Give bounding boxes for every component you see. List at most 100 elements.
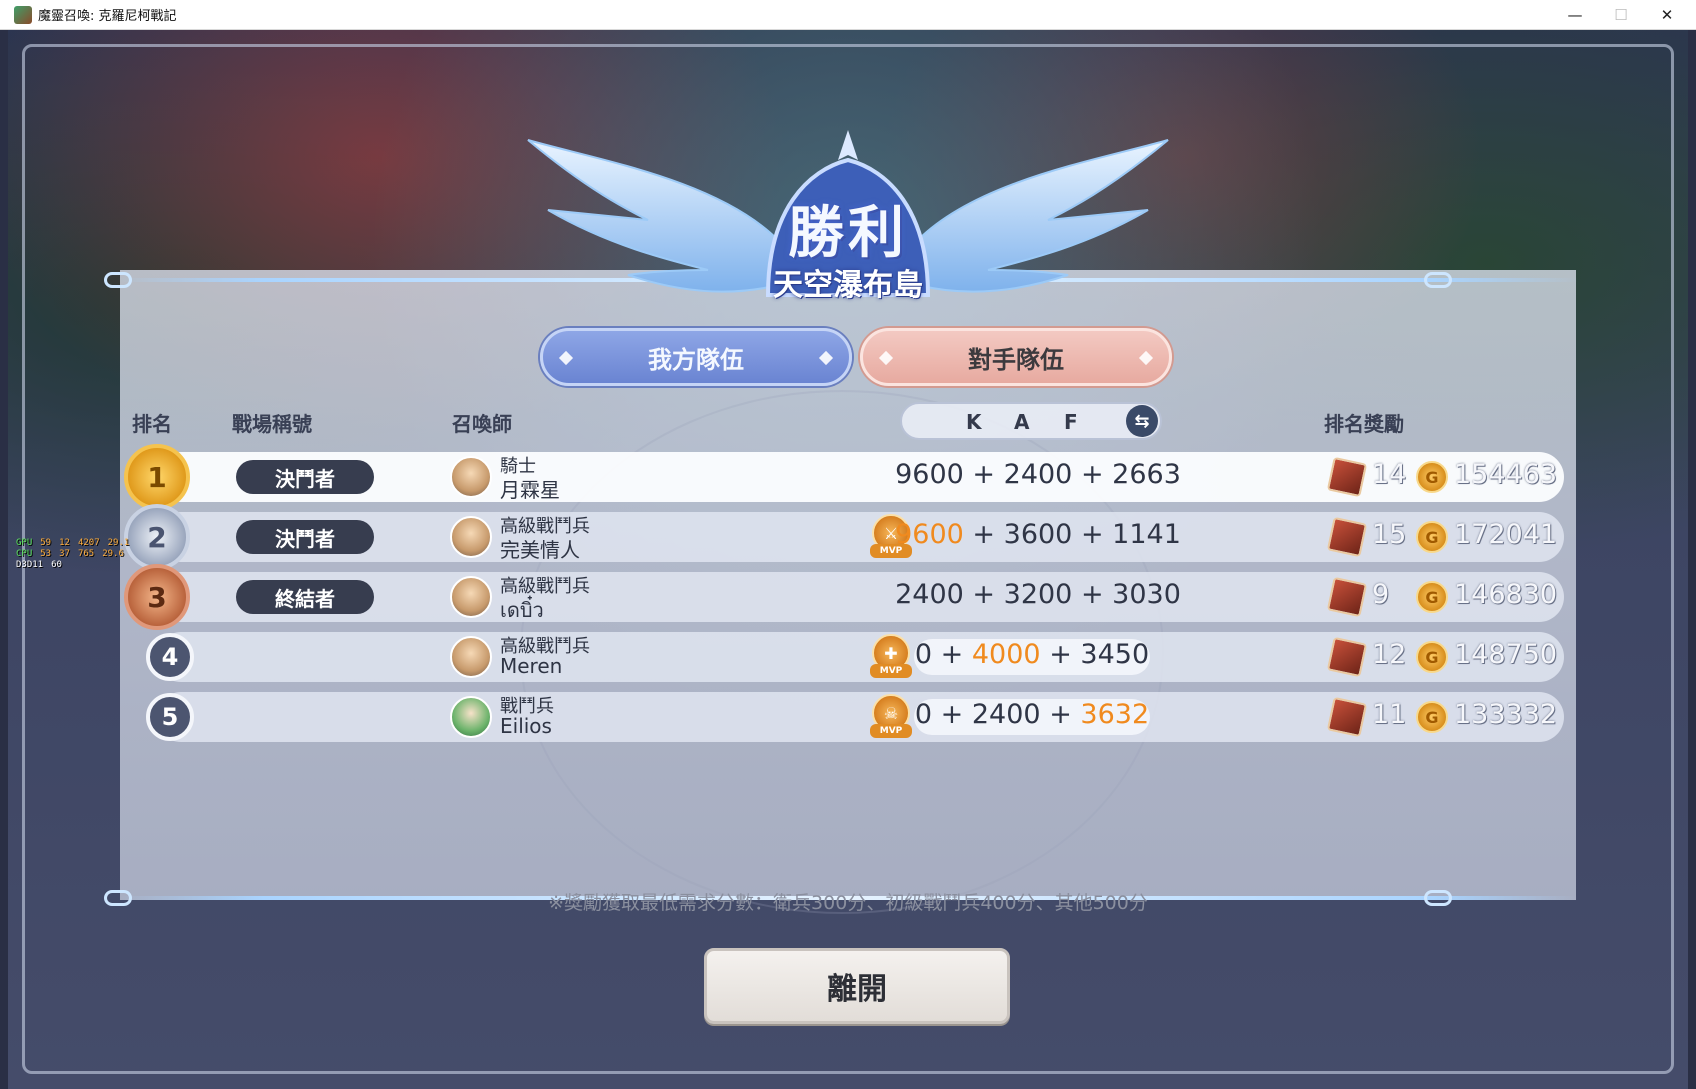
header-summoner: 召喚師 <box>452 412 512 436</box>
summoner-avatar <box>450 636 492 678</box>
plus-sign: + <box>940 699 964 730</box>
perf-cpu-label: CPU <box>16 549 33 559</box>
rank-4-icon: 4 <box>146 633 194 681</box>
rank-1-medal-icon: 1 <box>124 444 190 510</box>
perf-gpu-load: 12 <box>59 538 70 548</box>
score-a: 3600 <box>1003 519 1073 550</box>
battle-title-badge: 決鬥者 <box>236 460 374 494</box>
gold-coin-icon: G <box>1416 641 1448 673</box>
plus-sign: + <box>972 459 996 490</box>
header-k: K <box>966 410 982 434</box>
tab-enemy-team[interactable]: 對手隊伍 <box>860 328 1172 386</box>
perf-gpu-val: 29.1 <box>107 538 130 548</box>
score-kaf: 9600 + 2400 + 2663 <box>888 459 1188 490</box>
close-button[interactable]: ✕ <box>1644 0 1690 30</box>
reward-box-icon <box>1326 636 1368 678</box>
score-kaf: 2400 + 3200 + 3030 <box>888 579 1188 610</box>
reward-count: 9 <box>1372 579 1390 610</box>
rail-cap-icon <box>104 272 132 288</box>
summoner-name: Eilios <box>500 714 552 738</box>
rank-number: 5 <box>161 703 179 731</box>
app-icon <box>14 5 32 24</box>
rank-number: 1 <box>147 460 167 494</box>
map-name: 天空瀑布島 <box>773 268 923 303</box>
score-f: 3450 <box>1080 639 1150 670</box>
header-rank: 排名 <box>132 412 172 436</box>
gold-amount: 154463 <box>1454 459 1558 490</box>
sparkle-icon <box>818 350 834 366</box>
plus-sign: + <box>1080 519 1104 550</box>
plus-sign: + <box>1049 699 1072 730</box>
plus-sign: + <box>1049 639 1072 670</box>
plus-sign: + <box>972 519 996 550</box>
reward-box-icon <box>1326 696 1368 738</box>
score-k: 2400 <box>895 579 964 610</box>
header-f: F <box>1064 410 1078 434</box>
perf-gpu-temp: 59 <box>40 538 52 548</box>
rank-number: 4 <box>161 643 179 671</box>
sparkle-icon <box>1138 350 1154 366</box>
leave-button[interactable]: 離開 <box>704 948 1010 1024</box>
header-a: A <box>1014 410 1030 434</box>
gold-coin-icon: G <box>1416 521 1448 553</box>
score-kaf: 0 + 2400 + 3632 <box>882 699 1182 730</box>
sparkle-icon <box>558 350 574 366</box>
score-k: 9600 <box>895 459 964 490</box>
summoner-avatar <box>450 696 492 738</box>
gold-amount: 146830 <box>1454 579 1558 610</box>
kaf-header: K A F ⇆ <box>900 402 1162 440</box>
perf-cpu-clock: 765 <box>77 549 95 559</box>
perf-overlay: GPU 59 12 4207 29.1 CPU 53 37 765 29.6 D… <box>16 538 129 571</box>
rail-cap-icon <box>1424 272 1452 288</box>
summoner-name: 月霖星 <box>500 478 560 502</box>
minimize-button[interactable]: — <box>1552 0 1598 30</box>
perf-fps: 60 <box>51 560 62 570</box>
game-viewport: 勝利 天空瀑布島 我方隊伍 對手隊伍 排名 戰場稱號 召喚師 K A F ⇆ 排… <box>8 30 1688 1089</box>
maximize-button[interactable]: ☐ <box>1598 0 1644 30</box>
rank-5-icon: 5 <box>146 693 194 741</box>
header-battle-title: 戰場稱號 <box>232 412 312 436</box>
victory-title: 勝利 <box>788 200 908 266</box>
perf-cpu-temp: 53 <box>40 549 52 559</box>
score-k: 0 <box>914 639 933 670</box>
perf-gpu-label: GPU <box>16 538 33 548</box>
sparkle-icon <box>878 350 894 366</box>
gold-amount: 148750 <box>1454 639 1558 670</box>
plus-sign: + <box>1080 579 1104 610</box>
tab-my-team-label: 我方隊伍 <box>648 345 744 374</box>
summoner-name: Meren <box>500 654 563 678</box>
victory-emblem: 勝利 天空瀑布島 <box>478 120 1218 310</box>
rank-number: 2 <box>147 520 167 554</box>
score-f: 3030 <box>1112 579 1181 610</box>
gold-coin-icon: G <box>1416 461 1448 493</box>
reward-box-icon <box>1326 576 1368 618</box>
summoner-avatar <box>450 516 492 558</box>
score-kaf: 0 + 4000 + 3450 <box>882 639 1182 670</box>
score-a: 4000 <box>971 639 1041 670</box>
perf-cpu-load: 37 <box>59 549 70 559</box>
score-f: 1141 <box>1112 519 1181 550</box>
tab-my-team[interactable]: 我方隊伍 <box>540 328 852 386</box>
score-k: 9600 <box>895 519 964 550</box>
gold-amount: 172041 <box>1454 519 1558 550</box>
plus-sign: + <box>972 579 996 610</box>
tab-enemy-team-label: 對手隊伍 <box>968 345 1064 374</box>
plus-sign: + <box>1080 459 1104 490</box>
window-titlebar: 魔靈召喚: 克羅尼柯戰記 — ☐ ✕ <box>0 0 1696 30</box>
summoner-avatar <box>450 576 492 618</box>
summoner-name: 完美情人 <box>500 538 580 562</box>
swap-stats-button[interactable]: ⇆ <box>1126 405 1158 437</box>
battle-title-badge: 決鬥者 <box>236 520 374 554</box>
reward-count: 14 <box>1372 459 1407 490</box>
reward-count: 12 <box>1372 639 1407 670</box>
reward-count: 15 <box>1372 519 1407 550</box>
rank-2-medal-icon: 2 <box>124 504 190 570</box>
score-a: 2400 <box>1003 459 1073 490</box>
summoner-avatar <box>450 456 492 498</box>
score-f: 2663 <box>1112 459 1181 490</box>
reward-count: 11 <box>1372 699 1407 730</box>
score-a: 3200 <box>1003 579 1073 610</box>
window-title: 魔靈召喚: 克羅尼柯戰記 <box>38 9 177 24</box>
score-k: 0 <box>914 699 933 730</box>
gold-coin-icon: G <box>1416 581 1448 613</box>
